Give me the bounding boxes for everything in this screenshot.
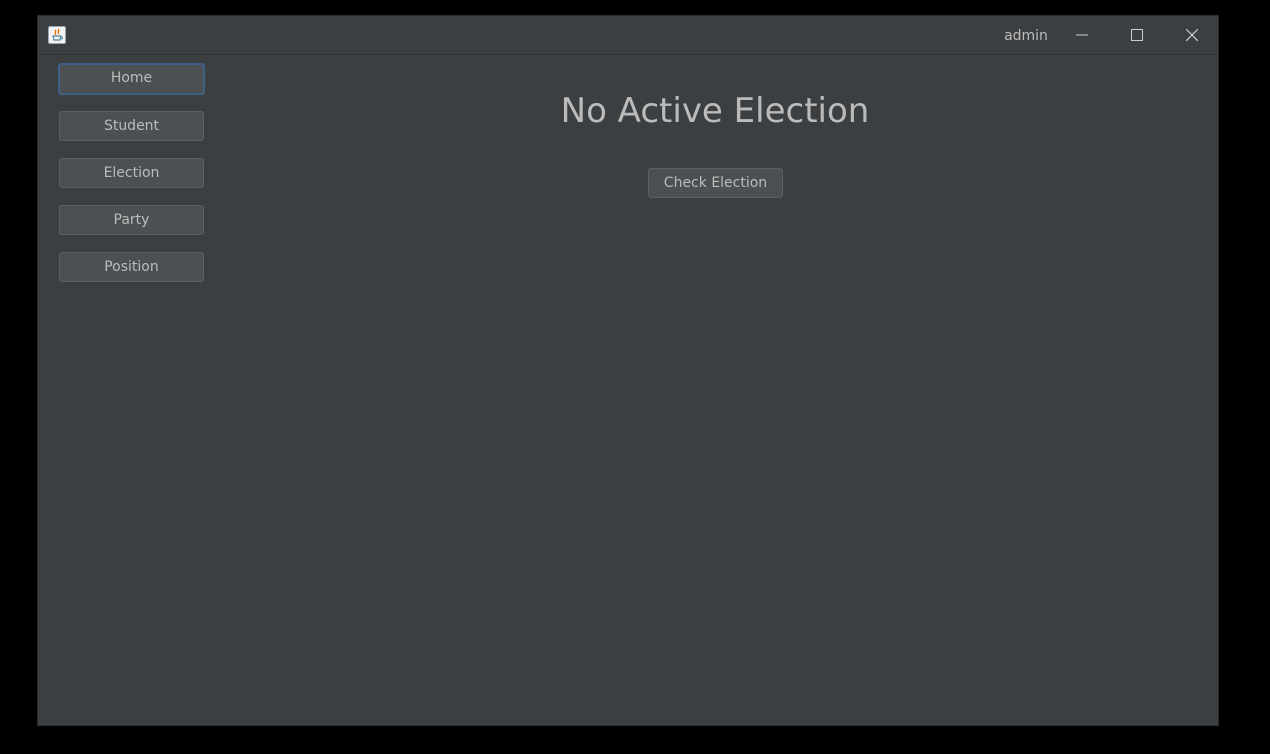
sidebar-party-button[interactable]: Party: [59, 205, 204, 235]
close-button[interactable]: [1164, 16, 1219, 54]
app-window: admin Home Student Election Party Positi…: [37, 15, 1219, 726]
java-app-icon: [48, 26, 66, 44]
check-election-button[interactable]: Check Election: [648, 168, 783, 198]
close-icon: [1185, 29, 1198, 41]
maximize-icon: [1130, 29, 1143, 41]
minimize-icon: [1075, 34, 1088, 36]
sidebar-student-button[interactable]: Student: [59, 111, 204, 141]
sidebar-position-button[interactable]: Position: [59, 252, 204, 282]
title-bar[interactable]: admin: [38, 16, 1218, 55]
maximize-button[interactable]: [1109, 16, 1164, 54]
page-title: No Active Election: [560, 91, 870, 131]
sidebar-election-button[interactable]: Election: [59, 158, 204, 188]
sidebar-home-button[interactable]: Home: [58, 63, 205, 95]
minimize-button[interactable]: [1054, 16, 1109, 54]
